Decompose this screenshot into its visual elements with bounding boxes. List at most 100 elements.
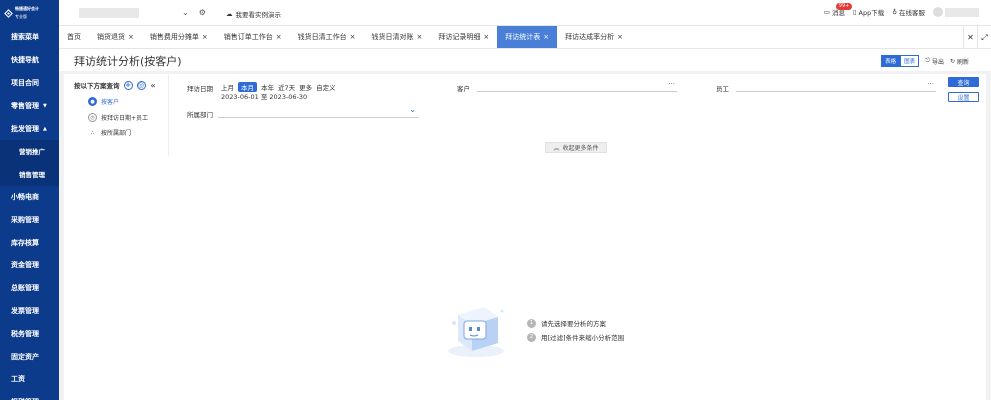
message-button[interactable]: ▭ 消息 99+ xyxy=(824,3,853,17)
tab[interactable]: 拜访达成率分析 × xyxy=(557,26,631,48)
sidebar-item-label: 工资 xyxy=(11,375,25,384)
visit-date-label: 拜访日期 xyxy=(187,85,213,93)
sidebar-item[interactable]: 零售管理 ▼ xyxy=(0,94,59,117)
settings-button[interactable]: 设置 xyxy=(948,92,979,102)
gear-icon[interactable]: ⚙ xyxy=(199,8,206,17)
page-title: 拜访统计分析(按客户) xyxy=(74,55,182,68)
message-badge: 99+ xyxy=(835,3,853,10)
sidebar-item-label: 税务管理 xyxy=(11,329,39,338)
online-service-button[interactable]: ♁ 在线客服 xyxy=(892,7,925,17)
customer-label: 客户 xyxy=(457,85,470,93)
close-icon[interactable]: × xyxy=(617,33,623,41)
close-icon[interactable]: × xyxy=(543,33,549,41)
close-icon[interactable]: × xyxy=(128,33,134,41)
tab[interactable]: 首页 xyxy=(59,26,89,48)
scheme-item-by-customer[interactable]: ● 按客户 xyxy=(88,97,119,106)
customer-input[interactable]: ··· xyxy=(477,80,677,92)
scheme-title: 按以下方案查询 xyxy=(74,82,120,90)
employee-input[interactable]: ··· xyxy=(736,80,936,92)
scheme-item-by-department[interactable]: ⛬ 按所属部门 xyxy=(88,128,131,138)
tab[interactable]: 拜访统计表 × xyxy=(497,26,558,48)
tab[interactable]: 销售费用分摊单 × xyxy=(142,26,216,48)
sidebar-item[interactable]: 报税管理 xyxy=(0,391,59,400)
department-select[interactable]: ⌄ xyxy=(218,105,418,118)
close-all-tabs-icon[interactable]: ✕ xyxy=(963,26,977,49)
demo-label: 我要看实例演示 xyxy=(235,11,282,19)
user-menu[interactable] xyxy=(933,7,979,17)
close-icon[interactable]: × xyxy=(202,33,208,41)
view-chart-button[interactable]: 图表 xyxy=(900,55,920,67)
tab[interactable]: 拜访记录明细 × xyxy=(430,26,497,48)
close-icon[interactable]: × xyxy=(483,33,489,41)
sidebar-item[interactable]: 销售管理 xyxy=(0,162,59,186)
add-scheme-icon[interactable]: + xyxy=(123,80,133,90)
user-icon: ● xyxy=(88,97,97,106)
tab-bar: 首页 销货退货 × 销售费用分摊单 × 销售订单工作台 × 钱货日清工作台 × 钱货日清对账 × 拜访… xyxy=(59,26,991,49)
scheme-label: 按拜访日期+员工 xyxy=(101,115,149,122)
sidebar-item[interactable]: 搜索菜单 xyxy=(0,26,59,49)
date-option[interactable]: 自定义 xyxy=(316,82,336,92)
chevron-down-icon[interactable]: ⌄ xyxy=(182,8,189,17)
sidebar-item-label: 营销推广 xyxy=(19,148,45,157)
sidebar-item[interactable]: 工资 xyxy=(0,368,59,391)
chevron-up-icon: ︽ xyxy=(553,145,560,152)
sidebar-item-label: 采购管理 xyxy=(11,215,39,224)
view-table-button[interactable]: 表格 xyxy=(881,55,901,67)
more-icon[interactable]: ··· xyxy=(668,80,675,88)
close-icon[interactable]: × xyxy=(417,33,423,41)
app-download-button[interactable]: ▯ App下载 xyxy=(853,7,884,17)
sidebar-item[interactable]: 税务管理 xyxy=(0,322,59,345)
sidebar-item[interactable]: 固定资产 xyxy=(0,345,59,368)
scheme-item-by-date-employee[interactable]: ◷ 按拜访日期+员工 xyxy=(88,113,148,122)
sidebar-item[interactable]: 快捷导航 xyxy=(0,49,59,72)
collapse-conditions-button[interactable]: ︽ 收起更多条件 xyxy=(545,142,607,153)
app-logo[interactable]: 畅捷通好会计 专业版 xyxy=(0,0,59,26)
tab[interactable]: 钱货日清对账 × xyxy=(364,26,431,48)
headset-icon: ♁ xyxy=(892,8,897,16)
sidebar-item-label: 固定资产 xyxy=(11,352,39,361)
caret-down-icon: ▼ xyxy=(43,102,47,109)
hint-item: 2 用[过滤]条件来缩小分析范围 xyxy=(527,330,624,344)
fullscreen-icon[interactable]: ⤢ xyxy=(977,26,991,49)
result-area: 1 请先选择要分析的方案 2 用[过滤]条件来缩小分析范围 xyxy=(64,156,986,400)
query-button[interactable]: 查询 xyxy=(948,77,979,87)
sidebar-item[interactable]: 总账管理 xyxy=(0,277,59,300)
sidebar-item[interactable]: 库存核算 xyxy=(0,231,59,254)
sidebar-item[interactable]: 小畅电商 xyxy=(0,186,59,209)
tab-label: 拜访记录明细 xyxy=(438,33,481,41)
department-label: 所属部门 xyxy=(187,111,213,119)
employee-label: 员工 xyxy=(716,85,729,93)
date-range-value[interactable]: 2023-06-01 至 2023-06-30 xyxy=(221,91,307,101)
export-button[interactable]: ⎋ 导出 xyxy=(925,57,944,66)
sidebar-item[interactable]: 发票管理 xyxy=(0,300,59,323)
export-icon: ⎋ xyxy=(925,57,930,64)
sidebar-item[interactable]: 资金管理 xyxy=(0,254,59,277)
scheme-settings-icon[interactable]: ◎ xyxy=(136,80,146,90)
chevron-down-icon[interactable]: ⌄ xyxy=(409,105,416,114)
account-selector[interactable] xyxy=(79,7,139,18)
tab-label: 销售订单工作台 xyxy=(223,33,273,41)
refresh-label: 刷新 xyxy=(956,58,969,66)
content-area: 拜访统计分析(按客户) 表格 图表 ⎋ 导出 ↻ 刷新 按以下方案查询 + ◎ … xyxy=(59,49,991,400)
hint-text: 用[过滤]条件来缩小分析范围 xyxy=(541,334,625,342)
sidebar-item[interactable]: 采购管理 xyxy=(0,208,59,231)
close-icon[interactable]: × xyxy=(276,33,282,41)
sidebar-item-label: 库存核算 xyxy=(11,238,39,247)
tab[interactable]: 销售订单工作台 × xyxy=(216,26,290,48)
sidebar-item[interactable]: 项目合同 xyxy=(0,72,59,95)
tab[interactable]: 钱货日清工作台 × xyxy=(290,26,364,48)
collapse-left-icon[interactable]: « xyxy=(151,81,156,90)
sidebar-item-label: 快捷导航 xyxy=(11,56,39,65)
refresh-button[interactable]: ↻ 刷新 xyxy=(950,57,969,66)
demo-link[interactable]: ☁ 我要看实例演示 xyxy=(226,9,281,19)
sidebar-item[interactable]: 批发管理 ▲ xyxy=(0,117,59,140)
close-icon[interactable]: × xyxy=(350,33,356,41)
more-icon[interactable]: ··· xyxy=(927,80,934,88)
hint-item: 1 请先选择要分析的方案 xyxy=(527,316,624,330)
sidebar-item-label: 发票管理 xyxy=(11,306,39,315)
tab[interactable]: 销货退货 × xyxy=(89,26,142,48)
sidebar-item-label: 销售管理 xyxy=(19,171,45,180)
sidebar-item[interactable]: 营销推广 xyxy=(0,139,59,163)
filter-panel: 按以下方案查询 + ◎ « ● 按客户 ◷ 按拜访日期+员工 ⛬ 按所属部门 拜… xyxy=(64,74,986,156)
caret-up-icon: ▲ xyxy=(43,125,47,132)
